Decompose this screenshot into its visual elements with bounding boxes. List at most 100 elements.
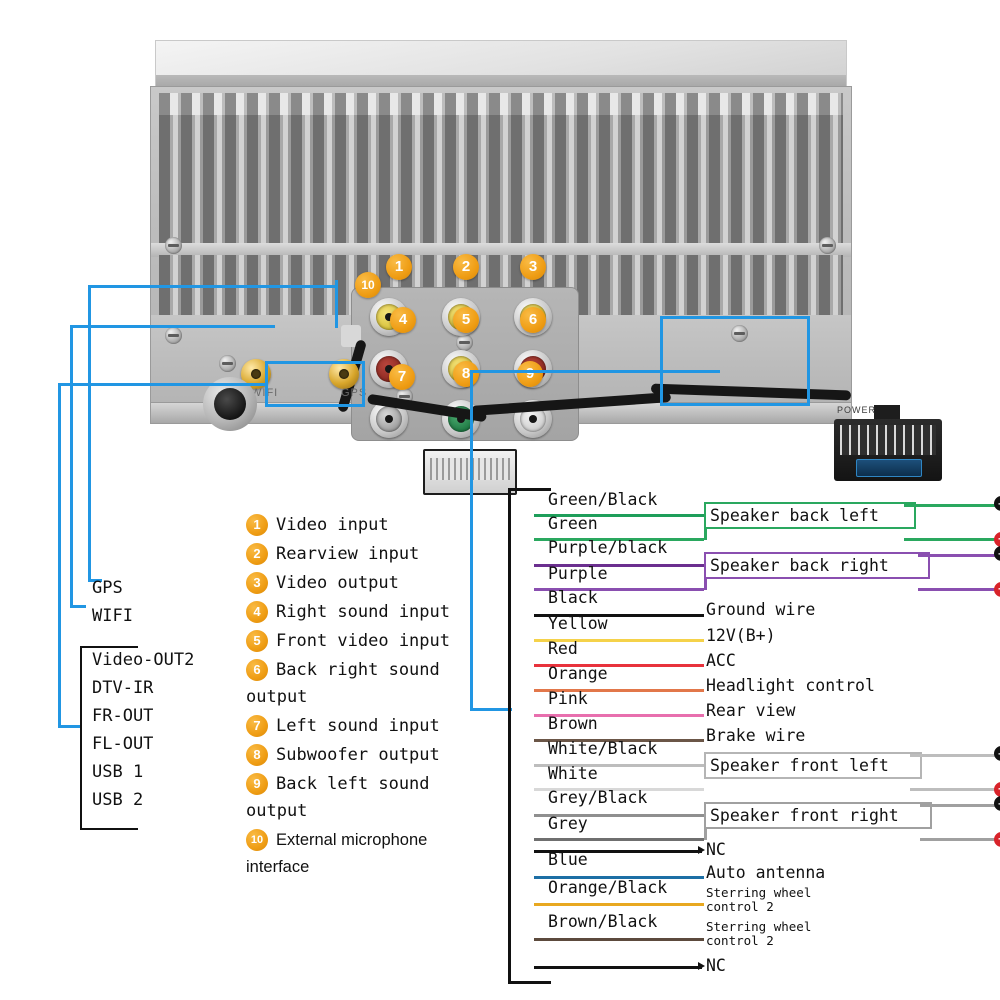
device-top-face	[155, 40, 847, 89]
list-item: 8 Subwoofer output	[246, 742, 496, 771]
wire-name: Purple	[548, 564, 608, 583]
callout-badge-8[interactable]: 8	[453, 361, 479, 387]
screw-top-right	[819, 237, 836, 254]
wire-function: Sterring wheel control 2	[706, 885, 812, 914]
callout-badge-9[interactable]: 9	[517, 361, 543, 387]
wire-name: Purple/black	[548, 538, 668, 557]
screw-top-left	[165, 237, 182, 254]
usb-box-right	[362, 361, 365, 407]
speaker-br-plus: +	[994, 582, 1000, 597]
speaker-front-left-box: Speaker front left	[704, 752, 922, 779]
wire-function: Sterring wheel control 2	[706, 919, 812, 948]
wire-function: Brake wire	[706, 726, 806, 745]
list-item: 6 Back right sound output	[246, 657, 496, 713]
legend-label: Front video input	[276, 631, 450, 651]
legend-number: 5	[246, 630, 268, 652]
list-item: 7 Left sound input	[246, 713, 496, 742]
legend-number: 3	[246, 572, 268, 594]
head-unit-rear-photo: WIFI GPS POWER	[150, 40, 942, 495]
legend-number: 2	[246, 543, 268, 565]
legend-number: 8	[246, 744, 268, 766]
wiring-harness-diagram: Green/Black Green Speaker back left – + …	[508, 488, 1000, 984]
numbered-legend-list: 1 Video input 2 Rearview input 3 Video o…	[246, 512, 496, 881]
callout-badge-3[interactable]: 3	[520, 254, 546, 280]
nc-arrow-1	[698, 846, 705, 854]
legend-number: 9	[246, 773, 268, 795]
usb-leader-tick	[58, 725, 82, 728]
legend-number: 7	[246, 715, 268, 737]
wire-name: Red	[548, 639, 578, 658]
speaker-fl-bot-lead	[910, 788, 1000, 791]
speaker-fr-minus: –	[994, 796, 1000, 811]
heatsink-fins-upper	[159, 93, 843, 243]
legend-label: External microphone interface	[246, 831, 428, 876]
power-box-bottom	[660, 403, 810, 406]
wire-function: 12V(B+)	[706, 626, 776, 645]
callout-badge-10[interactable]: 10	[355, 272, 381, 298]
legend-label: Rearview input	[276, 544, 420, 564]
legend-number: 4	[246, 601, 268, 623]
wire-function: NC	[706, 840, 726, 859]
wire-line	[534, 938, 704, 941]
gps-leader-down	[88, 285, 91, 582]
callout-badge-7[interactable]: 7	[389, 364, 415, 390]
list-item: 4 Right sound input	[246, 599, 496, 628]
speaker-bl-minus: –	[994, 496, 1000, 511]
callout-badge-1[interactable]: 1	[386, 254, 412, 280]
speaker-fl-top-lead	[910, 754, 1000, 757]
power-connector[interactable]	[834, 419, 942, 481]
wire-function: NC	[706, 956, 726, 975]
speaker-fr-top-lead	[920, 804, 1000, 807]
speaker-fl-minus: –	[994, 746, 1000, 761]
speaker-br-bot-lead	[918, 588, 1000, 591]
gps-leader-horizontal	[88, 285, 338, 288]
wifi-leader-tick	[70, 605, 86, 608]
label-wifi: WIFI	[92, 606, 133, 626]
diagram-canvas: WIFI GPS POWER 1 2 3 4 5 6 7 8 9 10	[0, 0, 1000, 1000]
wire-line	[534, 903, 704, 906]
usb-box-bottom	[265, 404, 365, 407]
callout-badge-4[interactable]: 4	[390, 307, 416, 333]
callout-badge-2[interactable]: 2	[453, 254, 479, 280]
label-fr-out: FR-OUT	[92, 706, 154, 726]
legend-label: Right sound input	[276, 602, 450, 622]
wire-function: Ground wire	[706, 600, 816, 619]
wire-name: Grey	[548, 814, 588, 833]
wire-name: White	[548, 764, 598, 783]
legend-label: Back left sound output	[246, 774, 430, 821]
wire-name: Green	[548, 514, 598, 533]
harness-bracket	[508, 488, 551, 984]
screw-mid-right	[731, 325, 748, 342]
legend-label: Video input	[276, 515, 389, 535]
label-gps: GPS	[92, 578, 123, 598]
list-item: 10 External microphone interface	[246, 827, 496, 881]
usb-leader-down	[58, 383, 61, 728]
speaker-br-top-lead	[918, 554, 1000, 557]
usb-leader-horizontal	[58, 383, 268, 386]
wire-function: Headlight control	[706, 676, 875, 695]
wire-name: Black	[548, 588, 598, 607]
callout-badge-5[interactable]: 5	[453, 307, 479, 333]
power-box-top	[660, 316, 810, 319]
wire-name: Blue	[548, 850, 588, 869]
label-usb-1: USB 1	[92, 762, 144, 782]
callout-badge-6[interactable]: 6	[520, 307, 546, 333]
wire-name: Brown	[548, 714, 598, 733]
speaker-fl-plus: +	[994, 782, 1000, 797]
wire-name: Orange/Black	[548, 878, 668, 897]
wifi-leader-horizontal	[70, 325, 275, 328]
power-connector-pins	[840, 425, 936, 455]
speaker-fr-plus: +	[994, 832, 1000, 847]
wire-name: Orange	[548, 664, 608, 683]
label-video-out2: Video-OUT2	[92, 650, 195, 670]
wire-line-nc-2	[534, 966, 702, 969]
legend-label: Subwoofer output	[276, 745, 440, 765]
label-fl-out: FL-OUT	[92, 734, 154, 754]
legend-label: Back right sound output	[246, 660, 440, 707]
heatsink-highlight	[159, 93, 843, 115]
device-rear-panel: WIFI GPS POWER	[150, 86, 942, 495]
speaker-br-minus: –	[994, 546, 1000, 561]
speaker-fr-bot-lead	[920, 838, 1000, 841]
harness-leader-horizontal	[470, 370, 720, 373]
legend-label: Video output	[276, 573, 399, 593]
